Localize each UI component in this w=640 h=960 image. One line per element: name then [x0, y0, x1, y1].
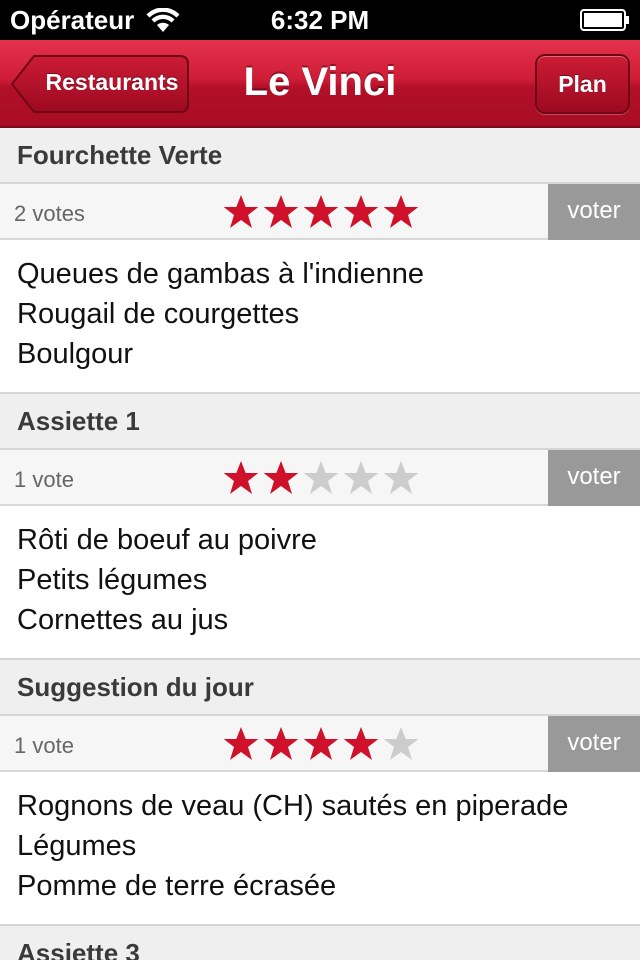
star-rating[interactable] [221, 459, 421, 499]
status-time: 6:32 PM [270, 5, 370, 35]
star-filled-icon[interactable] [301, 193, 341, 233]
star-filled-icon[interactable] [261, 193, 301, 233]
dish-item: Boulgour [17, 338, 134, 370]
star-filled-icon[interactable] [221, 193, 261, 233]
menu-section-header: Fourchette Verte [0, 128, 640, 184]
plan-button[interactable]: Plan [535, 54, 630, 114]
vote-button[interactable]: voter [548, 716, 640, 772]
vote-row: 1 vote voter [0, 450, 640, 506]
star-filled-icon[interactable] [341, 193, 381, 233]
vote-button[interactable]: voter [548, 184, 640, 240]
navigation-bar: Restaurants Le Vinci Plan [0, 40, 640, 128]
star-filled-icon[interactable] [261, 459, 301, 499]
star-filled-icon[interactable] [341, 725, 381, 765]
status-bar: Opérateur 6:32 PM [0, 0, 640, 40]
dish-item: Rougail de courgettes [17, 298, 300, 330]
star-filled-icon[interactable] [301, 725, 341, 765]
dish-list: Rognons de veau (CH) sautés en piperade … [0, 772, 640, 926]
star-filled-icon[interactable] [221, 459, 261, 499]
menu-section-header: Assiette 3 [0, 926, 640, 960]
menu-section-header: Assiette 1 [0, 394, 640, 450]
star-empty-icon[interactable] [301, 459, 341, 499]
star-empty-icon[interactable] [381, 725, 421, 765]
star-filled-icon[interactable] [221, 725, 261, 765]
vote-count: 1 vote [14, 467, 74, 492]
dish-item: Petits légumes [17, 564, 208, 596]
menu-section-header: Suggestion du jour [0, 660, 640, 716]
vote-button[interactable]: voter [548, 450, 640, 506]
dish-list: Rôti de boeuf au poivre Petits légumes C… [0, 506, 640, 660]
dish-list: Queues de gambas à l'indienne Rougail de… [0, 240, 640, 394]
vote-count: 1 vote [14, 733, 74, 758]
dish-item: Rôti de boeuf au poivre [17, 524, 317, 556]
battery-icon [580, 9, 629, 31]
dish-item: Légumes [17, 830, 137, 862]
star-filled-icon[interactable] [261, 725, 301, 765]
dish-item: Queues de gambas à l'indienne [17, 258, 424, 290]
star-filled-icon[interactable] [381, 193, 421, 233]
star-empty-icon[interactable] [381, 459, 421, 499]
dish-item: Cornettes au jus [17, 604, 229, 636]
star-rating[interactable] [221, 193, 421, 233]
dish-item: Pomme de terre écrasée [17, 870, 337, 902]
star-empty-icon[interactable] [341, 459, 381, 499]
vote-row: 1 vote voter [0, 716, 640, 772]
star-rating[interactable] [221, 725, 421, 765]
menu-list: Fourchette Verte 2 votes voter Queues de… [0, 128, 640, 960]
vote-count: 2 votes [14, 201, 85, 226]
vote-row: 2 votes voter [0, 184, 640, 240]
dish-item: Rognons de veau (CH) sautés en piperade [17, 790, 569, 822]
